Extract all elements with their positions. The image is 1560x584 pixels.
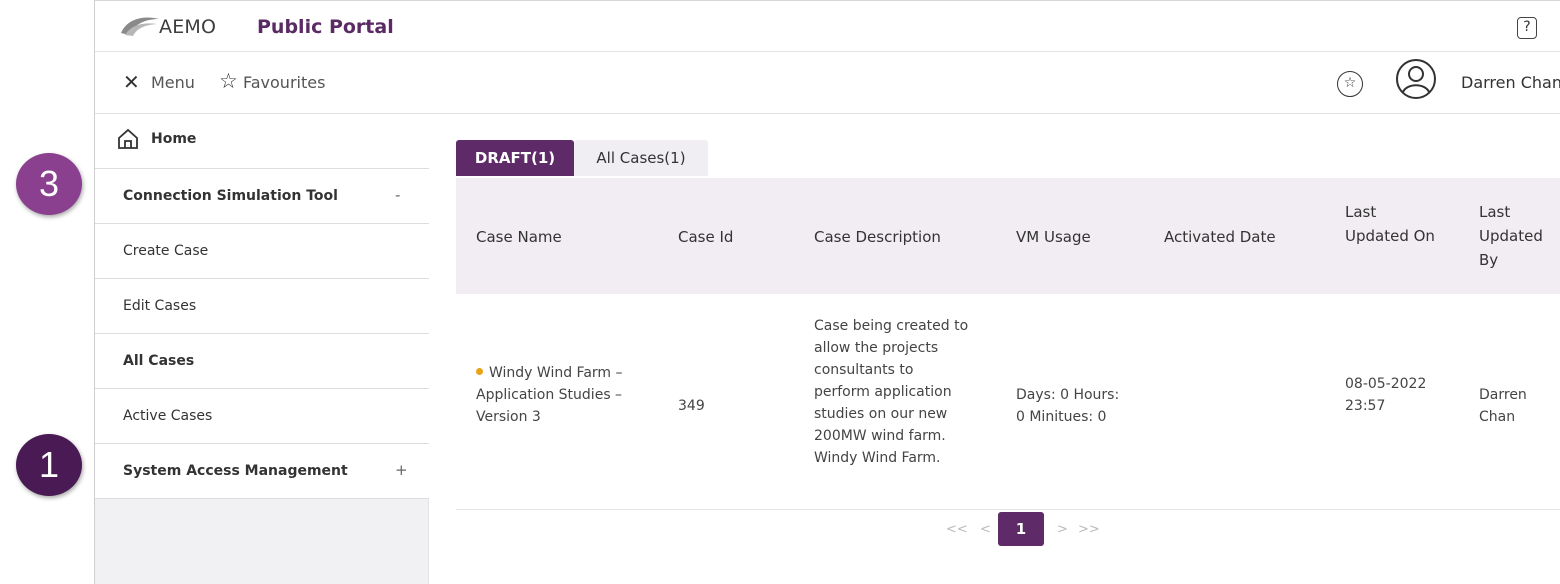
header-line: Updated On <box>1345 227 1435 245</box>
sidebar-item-all-cases[interactable]: All Cases <box>95 334 429 389</box>
sidebar-item-label: All Cases <box>123 353 195 369</box>
sidebar-item-edit-cases[interactable]: Edit Cases <box>95 279 429 334</box>
description-line: studies on our new <box>814 406 948 422</box>
callout-1: 1 <box>16 434 82 496</box>
header-line: Updated <box>1479 227 1543 245</box>
header-case-description[interactable]: Case Description <box>814 225 941 249</box>
table-header: Case Name Case Id Case Description VM Us… <box>456 178 1560 294</box>
cell-case-name[interactable]: Windy Wind Farm – Application Studies – … <box>476 362 623 428</box>
description-line: 200MW wind farm. <box>814 428 946 444</box>
last-page-button[interactable]: >> <box>1078 522 1100 537</box>
sidebar-item-label: System Access Management <box>123 463 348 479</box>
sidebar-item-label: Edit Cases <box>123 298 197 314</box>
updated-by-line: Chan <box>1479 409 1516 425</box>
sidebar-item-label: Active Cases <box>123 408 213 424</box>
header-line: Last <box>1345 203 1377 221</box>
description-line: consultants to <box>814 362 914 378</box>
sidebar-item-label: Connection Simulation Tool <box>123 188 338 204</box>
cell-case-id: 349 <box>678 398 705 414</box>
description-line: Windy Wind Farm. <box>814 450 941 466</box>
top-bar: AEMO Public Portal ? <box>95 0 1560 52</box>
header-last-updated-on[interactable]: Last Updated On <box>1345 200 1435 248</box>
prev-page-button[interactable]: < <box>980 522 991 537</box>
updated-on-line: 23:57 <box>1345 398 1386 414</box>
menu-button[interactable]: Menu <box>151 73 195 92</box>
first-page-button[interactable]: << <box>946 522 968 537</box>
status-dot-icon <box>476 368 483 375</box>
description-line: perform application <box>814 384 952 400</box>
updated-by-line: Darren <box>1479 387 1527 403</box>
help-icon[interactable]: ? <box>1517 17 1537 39</box>
header-last-updated-by[interactable]: Last Updated By <box>1479 200 1543 272</box>
sidebar-item-connection-simulation-tool[interactable]: Connection Simulation Tool - <box>95 169 429 224</box>
header-vm-usage[interactable]: VM Usage <box>1016 225 1091 249</box>
next-page-button[interactable]: > <box>1057 522 1068 537</box>
vm-usage-line: Days: 0 Hours: <box>1016 387 1120 403</box>
sidebar: Home Connection Simulation Tool - Create… <box>95 114 429 584</box>
description-line: Case being created to <box>814 318 969 334</box>
case-name-line: Windy Wind Farm – <box>476 362 623 384</box>
favourite-star-icon[interactable]: ☆ <box>1337 71 1363 97</box>
tab-draft[interactable]: DRAFT(1) <box>456 140 574 176</box>
tab-all-cases[interactable]: All Cases(1) <box>574 140 708 176</box>
cell-last-updated-by: Darren Chan <box>1479 384 1527 428</box>
sidebar-item-system-access-management[interactable]: System Access Management + <box>95 444 429 499</box>
user-avatar-icon[interactable] <box>1395 58 1437 100</box>
description-line: allow the projects <box>814 340 939 356</box>
aemo-logo-icon <box>121 17 159 36</box>
header-case-name[interactable]: Case Name <box>476 225 562 249</box>
cell-vm-usage: Days: 0 Hours: 0 Minitues: 0 <box>1016 384 1119 428</box>
user-name[interactable]: Darren Chan <box>1461 73 1560 92</box>
close-menu-icon[interactable]: ✕ <box>123 70 140 94</box>
header-line: Last <box>1479 203 1511 221</box>
cell-case-description: Case being created to allow the projects… <box>814 315 968 469</box>
header-case-id[interactable]: Case Id <box>678 225 733 249</box>
sidebar-item-create-case[interactable]: Create Case <box>95 224 429 279</box>
callout-3: 3 <box>16 153 82 215</box>
sidebar-item-home[interactable]: Home <box>95 114 429 169</box>
collapse-icon[interactable]: - <box>395 186 400 204</box>
expand-icon[interactable]: + <box>395 461 408 479</box>
home-icon <box>118 128 138 149</box>
header-line: By <box>1479 251 1499 269</box>
case-name-line: Application Studies – <box>476 387 623 403</box>
case-name-line: Version 3 <box>476 409 541 425</box>
sidebar-item-active-cases[interactable]: Active Cases <box>95 389 429 444</box>
menu-bar: ✕ Menu ☆ Favourites ☆ Darren Chan <box>95 52 1560 114</box>
updated-on-line: 08-05-2022 <box>1345 376 1427 392</box>
page-1-button[interactable]: 1 <box>998 512 1044 546</box>
header-activated-date[interactable]: Activated Date <box>1164 225 1276 249</box>
star-outline-icon[interactable]: ☆ <box>219 69 238 93</box>
sidebar-item-label: Create Case <box>123 243 209 259</box>
sidebar-item-label: Home <box>151 131 197 147</box>
favourites-button[interactable]: Favourites <box>243 73 325 92</box>
brand-name: AEMO <box>159 16 217 38</box>
vm-usage-line: 0 Minitues: 0 <box>1016 409 1107 425</box>
portal-title[interactable]: Public Portal <box>257 16 394 38</box>
cell-last-updated-on: 08-05-2022 23:57 <box>1345 373 1426 417</box>
row-divider <box>456 509 1560 510</box>
